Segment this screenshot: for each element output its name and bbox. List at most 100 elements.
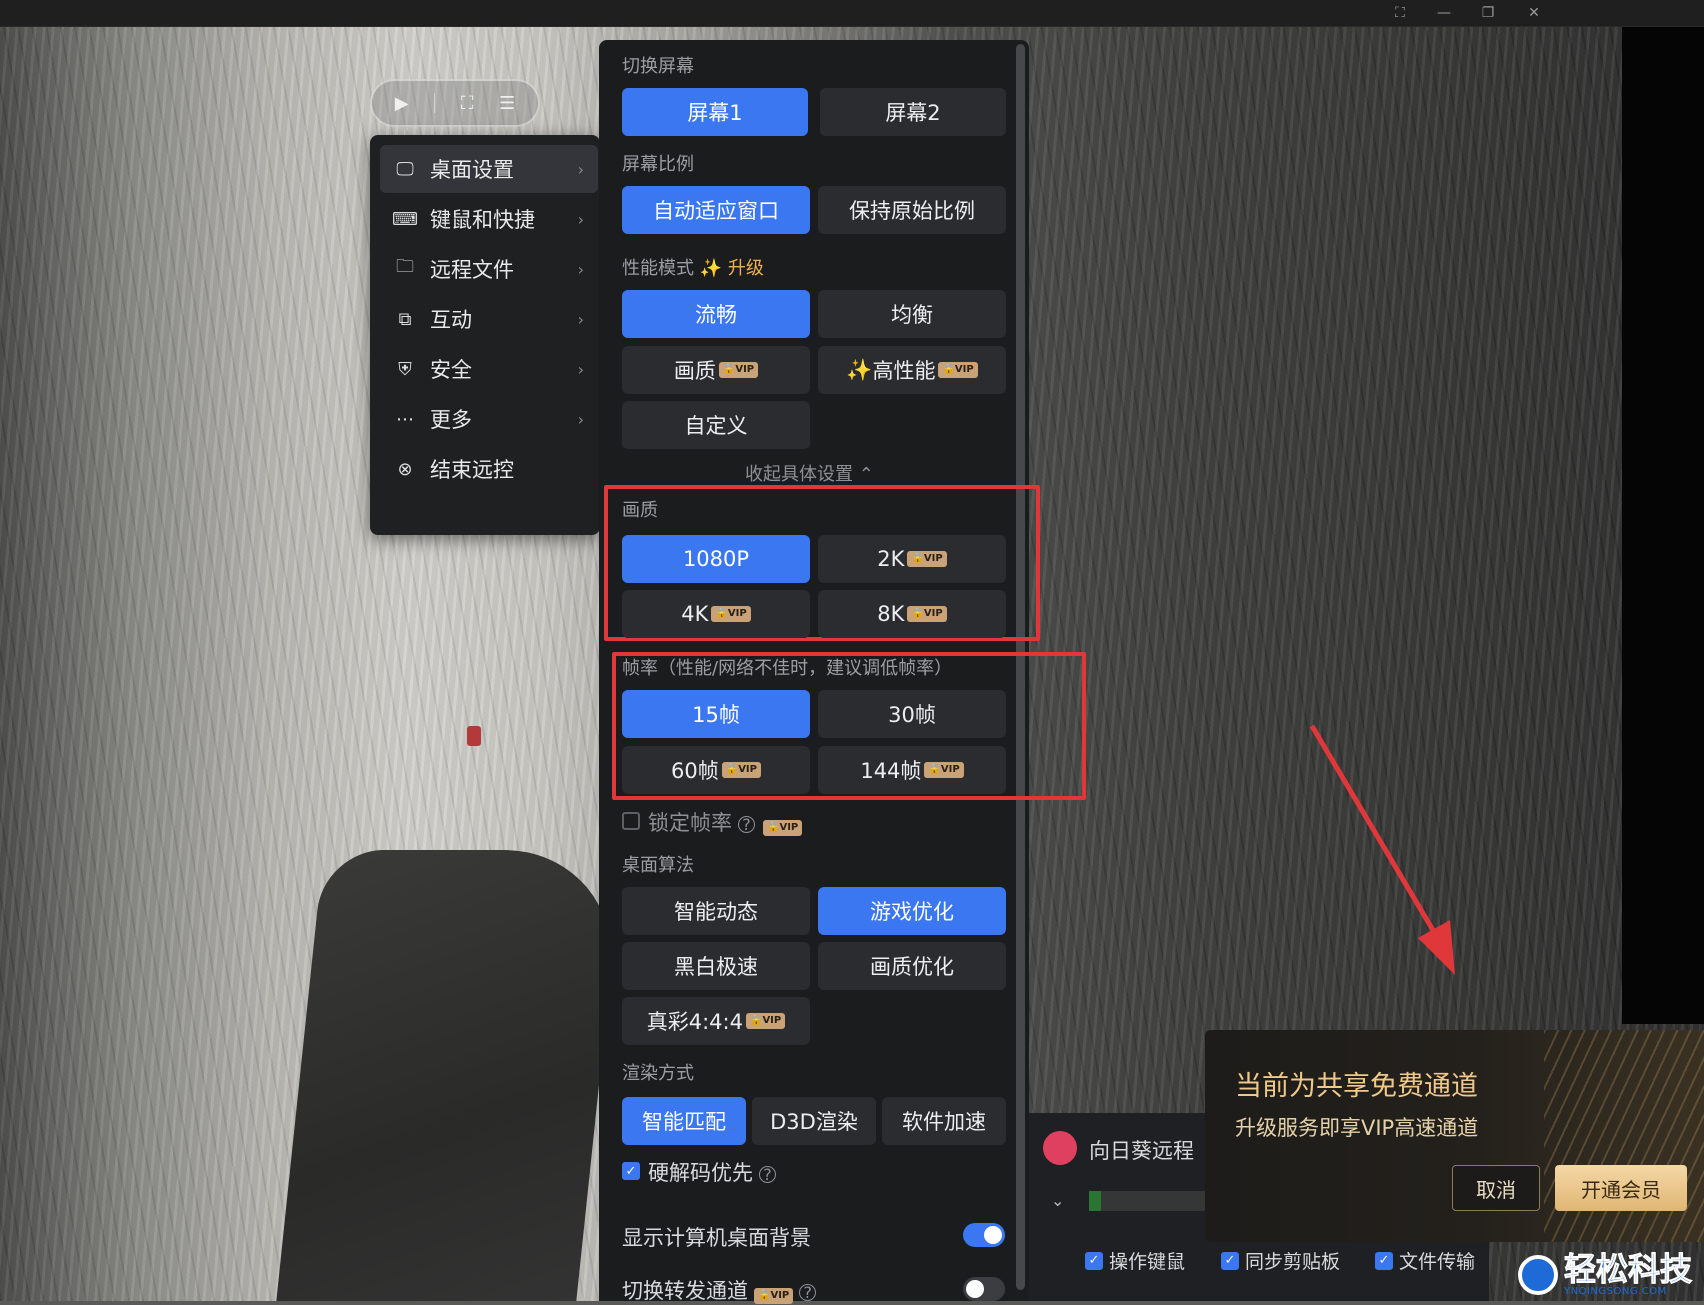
checkbox[interactable]: ✓ [1085,1251,1103,1270]
toggle-knob [966,1280,984,1298]
algo-game-button[interactable]: 游戏优化 [818,887,1006,935]
lock-fps-checkbox[interactable] [622,812,640,830]
menu-item-label: 安全 [430,358,472,382]
checkbox[interactable]: ✓ [1375,1251,1393,1270]
perf-balance-button[interactable]: 均衡 [818,290,1006,338]
popup-title: 当前为共享免费通道 [1235,1071,1478,1102]
quality-2k-button[interactable]: 2K 🔒 VIP [818,535,1006,583]
render-smart-button[interactable]: 智能匹配 [622,1097,746,1145]
perf-quality-button[interactable]: 画质 🔒 VIP [622,346,810,394]
vip-text: VIP [735,364,755,375]
show-bg-toggle[interactable] [963,1223,1005,1247]
vip-badge: 🔒 VIP [763,820,803,836]
vip-badge: 🔒 VIP [924,762,964,778]
minimize-icon[interactable]: — [1422,0,1466,26]
chevron-down-icon[interactable]: ⌄ [1051,1191,1064,1210]
keyboard-mouse-option[interactable]: ✓ 操作键鼠 [1085,1247,1185,1274]
option-label: 高性能 [872,359,936,383]
clipboard-option[interactable]: ✓ 同步剪贴板 [1221,1247,1340,1274]
auto-fit-button[interactable]: 自动适应窗口 [622,186,810,234]
hw-decode-checkbox[interactable]: ✓ [622,1162,640,1180]
menu-item-more[interactable]: ⋯ 更多 › [380,395,598,443]
algo-smart-button[interactable]: 智能动态 [622,887,810,935]
fps-144-button[interactable]: 144帧 🔒 VIP [818,746,1006,794]
quality-1080p-button[interactable]: 1080P [622,535,810,583]
fps-15-button[interactable]: 15帧 [622,690,810,738]
keep-ratio-button[interactable]: 保持原始比例 [818,186,1006,234]
perf-high-button[interactable]: ✨ 高性能 🔒 VIP [818,346,1006,394]
shield-icon: ⛨ [398,358,412,380]
checkbox[interactable]: ✓ [1221,1251,1239,1270]
menu-item-label: 结束远控 [430,458,514,482]
quality-4k-button[interactable]: 4K 🔒 VIP [622,590,810,638]
menu-item-desktop-settings[interactable]: 🖵 桌面设置 › [380,145,598,193]
divider [434,93,436,113]
menu-item-end-remote[interactable]: ⊗ 结束远控 [380,445,598,493]
fullscreen-icon[interactable]: ⛶ [1378,0,1422,26]
restore-icon[interactable]: ❐ [1466,0,1510,26]
menu-item-remote-files[interactable]: 🗀 远程文件 › [380,245,598,293]
chevron-right-icon: › [577,209,584,229]
cancel-button[interactable]: 取消 [1452,1165,1540,1211]
floating-toolbar: ▶ ⛶ ☰ [370,79,540,127]
settings-icon[interactable]: ☰ [499,93,515,114]
render-d3d-button[interactable]: D3D渲染 [752,1097,876,1145]
option-label: 真彩4:4:4 [646,1010,743,1034]
menu-item-keyboard[interactable]: ⌨ 键鼠和快捷 › [380,195,598,243]
help-icon[interactable]: ? [799,1283,817,1302]
collapse-details-toggle[interactable]: 收起具体设置 ⌃ [745,460,874,486]
open-membership-button[interactable]: 开通会员 [1555,1165,1687,1211]
arrow-line [1309,724,1443,944]
section-label-ratio: 屏幕比例 [622,154,694,175]
fps-60-button[interactable]: 60帧 🔒 VIP [622,746,810,794]
vip-badge: 🔒 VIP [754,1288,794,1304]
lock-fps-label: 锁定帧率 [648,811,732,835]
vip-badge: 🔒 VIP [721,762,761,778]
show-bg-label: 显示计算机桌面背景 [622,1226,811,1250]
vip-text: VIP [923,553,943,564]
section-label-algo: 桌面算法 [622,855,694,876]
chevron-right-icon: › [577,259,584,279]
fps-30-button[interactable]: 30帧 [818,690,1006,738]
section-label-fps: 帧率（性能/网络不佳时，建议调低帧率） [622,658,953,679]
algo-quality-button[interactable]: 画质优化 [818,942,1006,990]
fullscreen-icon[interactable]: ⛶ [461,93,474,114]
vip-upgrade-popup: 当前为共享免费通道 升级服务即享VIP高速通道 取消 开通会员 [1205,1030,1704,1242]
vip-text: VIP [738,764,757,775]
section-label-quality: 画质 [622,500,658,521]
help-icon[interactable]: ? [759,1165,776,1184]
remote-menu: 🖵 桌面设置 › ⌨ 键鼠和快捷 › 🗀 远程文件 › ⧉ 互动 › ⛨ 安全 … [370,135,600,535]
popup-subtitle: 升级服务即享VIP高速通道 [1235,1116,1479,1140]
vip-badge: 🔒 VIP [711,606,751,622]
screen-1-button[interactable]: 屏幕1 [622,88,808,136]
upgrade-link[interactable]: 升级 [728,258,764,279]
algo-truecolor-button[interactable]: 真彩4:4:4 🔒 VIP [622,997,810,1045]
close-icon[interactable]: ✕ [1512,0,1556,26]
monitor-icon: 🖵 [396,158,414,180]
watermark-logo: 轻松科技 YNQINGSONG.COM [1518,1252,1693,1297]
option-label: 4K [681,602,709,626]
hw-decode-row: 硬解码优先? [648,1157,776,1187]
play-icon[interactable]: ▶ [395,93,409,114]
algo-bw-button[interactable]: 黑白极速 [622,942,810,990]
section-label-perf: 性能模式 ✨ 升级 [622,254,764,280]
background-rock [276,850,624,1301]
render-software-button[interactable]: 软件加速 [882,1097,1006,1145]
annotation-arrow [1309,724,1455,975]
chevron-right-icon: › [577,309,584,329]
help-icon[interactable]: ? [738,815,755,834]
menu-item-interact[interactable]: ⧉ 互动 › [380,295,598,343]
perf-smooth-button[interactable]: 流畅 [622,290,810,338]
quality-8k-button[interactable]: 8K 🔒 VIP [818,590,1006,638]
vip-text: VIP [954,364,974,375]
menu-item-label: 桌面设置 [430,158,514,182]
relay-toggle[interactable] [963,1277,1005,1301]
screen-2-button[interactable]: 屏幕2 [820,88,1006,136]
file-transfer-option[interactable]: ✓ 文件传输 [1375,1247,1475,1274]
blurred-device-name [1089,1191,1209,1211]
menu-item-security[interactable]: ⛨ 安全 › [380,345,598,393]
chevron-right-icon: › [577,409,584,429]
relay-label: 切换转发通道 [622,1279,748,1303]
section-label-render: 渲染方式 [622,1063,694,1084]
perf-custom-button[interactable]: 自定义 [622,401,810,449]
